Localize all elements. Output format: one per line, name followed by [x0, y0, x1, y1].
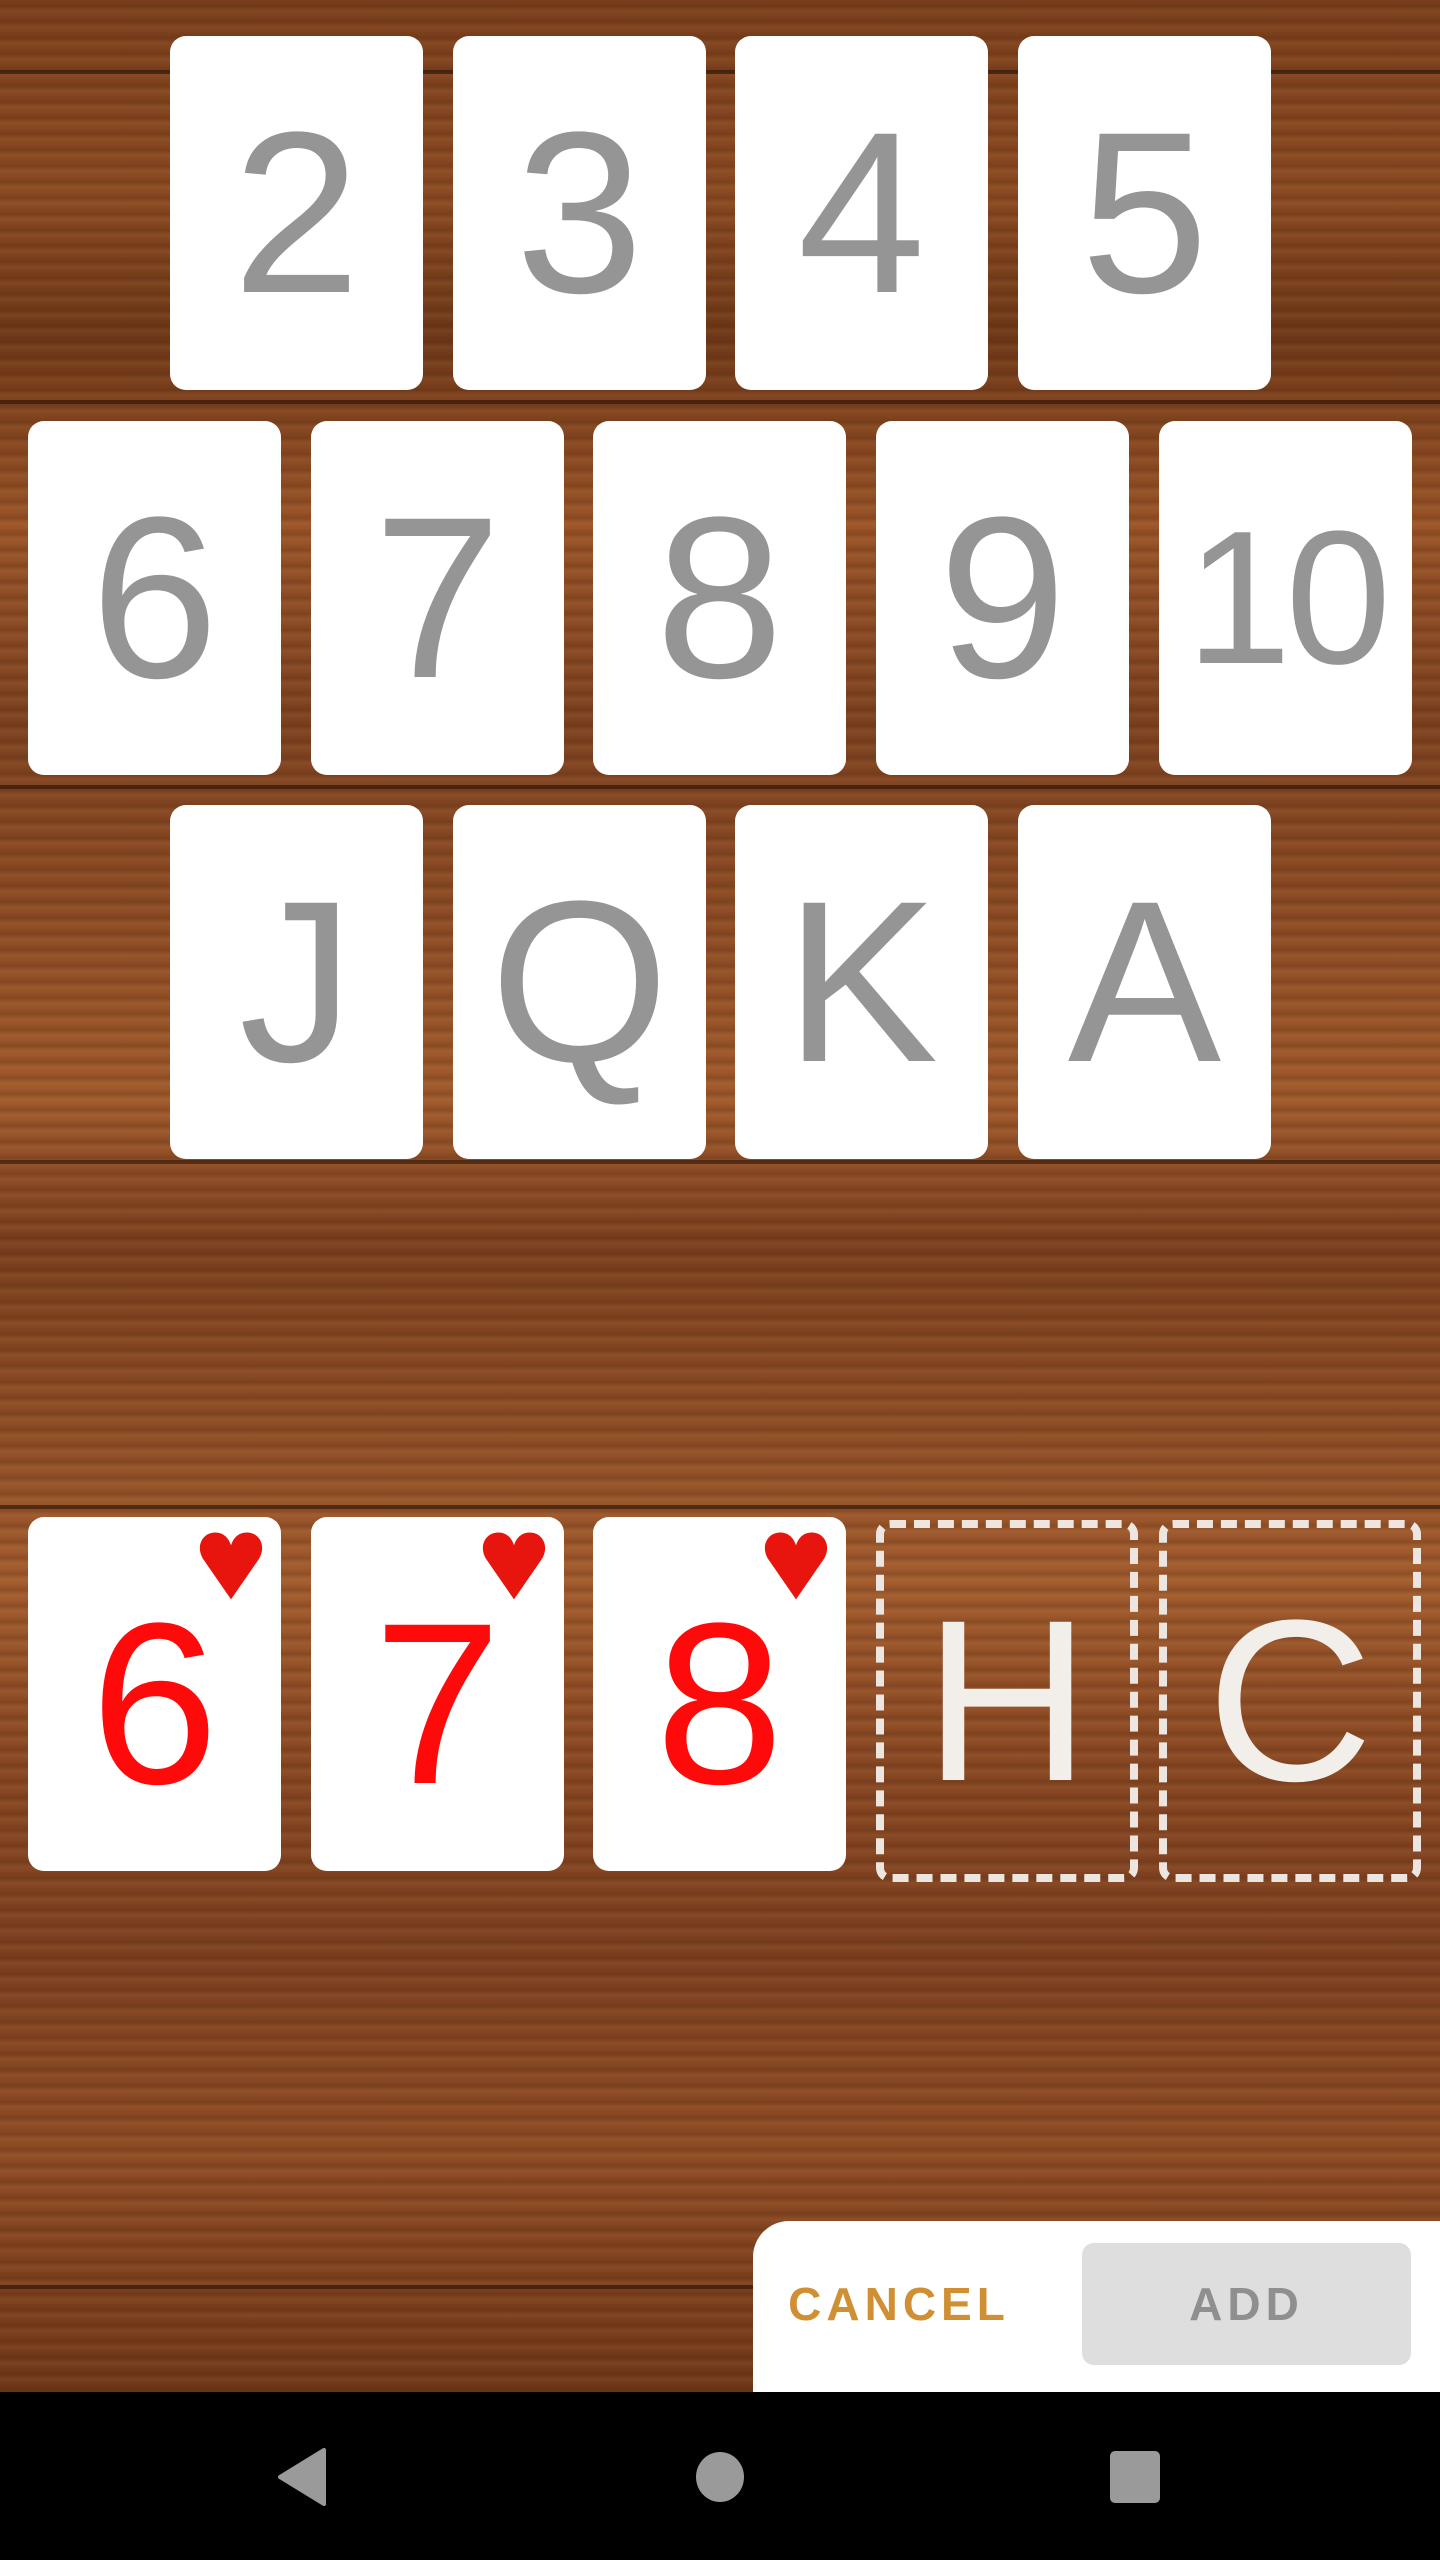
rank-card-6[interactable]: 6	[28, 421, 281, 775]
rank-card-3[interactable]: 3	[453, 36, 706, 390]
rank-label: 2	[232, 84, 361, 341]
rank-card-7[interactable]: 7	[311, 421, 564, 775]
rank-label: 6	[90, 469, 219, 726]
selected-rank-label: 6	[90, 1575, 219, 1832]
cancel-button[interactable]: CANCEL	[779, 2243, 1019, 2365]
rank-label: 9	[938, 469, 1067, 726]
wood-seam	[0, 400, 1440, 404]
selected-card-6-hearts[interactable]: 6	[28, 1517, 281, 1871]
empty-slot-h[interactable]: H	[876, 1520, 1138, 1882]
heart-icon	[764, 1532, 828, 1600]
rank-card-j[interactable]: J	[170, 805, 423, 1159]
selected-card-8-hearts[interactable]: 8	[593, 1517, 846, 1871]
back-icon[interactable]	[276, 2448, 328, 2506]
rank-label: 10	[1185, 492, 1391, 704]
selected-rank-label: 8	[655, 1575, 784, 1832]
rank-label: A	[1067, 853, 1222, 1110]
slot-label: H	[923, 1572, 1091, 1829]
rank-label: K	[784, 853, 939, 1110]
selected-rank-label: 7	[373, 1575, 502, 1832]
rank-card-q[interactable]: Q	[453, 805, 706, 1159]
wood-seam	[0, 785, 1440, 789]
selected-card-7-hearts[interactable]: 7	[311, 1517, 564, 1871]
wood-seam	[0, 1505, 1440, 1509]
add-button[interactable]: ADD	[1082, 2243, 1411, 2365]
action-dialog: CANCEL ADD	[753, 2221, 1440, 2392]
slot-label: C	[1206, 1572, 1374, 1829]
heart-icon	[199, 1532, 263, 1600]
rank-label: Q	[490, 853, 669, 1110]
rank-label: 4	[797, 84, 926, 341]
rank-card-10[interactable]: 10	[1159, 421, 1412, 775]
wood-seam	[0, 1160, 1440, 1164]
system-navigation-bar	[0, 2392, 1440, 2560]
rank-label: 3	[515, 84, 644, 341]
rank-card-9[interactable]: 9	[876, 421, 1129, 775]
rank-card-4[interactable]: 4	[735, 36, 988, 390]
rank-card-k[interactable]: K	[735, 805, 988, 1159]
heart-icon	[482, 1532, 546, 1600]
home-icon[interactable]	[694, 2450, 746, 2504]
recents-icon[interactable]	[1109, 2450, 1161, 2504]
rank-card-a[interactable]: A	[1018, 805, 1271, 1159]
rank-label: 8	[655, 469, 784, 726]
rank-label: 5	[1080, 84, 1209, 341]
rank-card-2[interactable]: 2	[170, 36, 423, 390]
rank-label: J	[239, 853, 354, 1110]
rank-card-8[interactable]: 8	[593, 421, 846, 775]
rank-label: 7	[373, 469, 502, 726]
rank-card-5[interactable]: 5	[1018, 36, 1271, 390]
empty-slot-c[interactable]: C	[1159, 1520, 1421, 1882]
